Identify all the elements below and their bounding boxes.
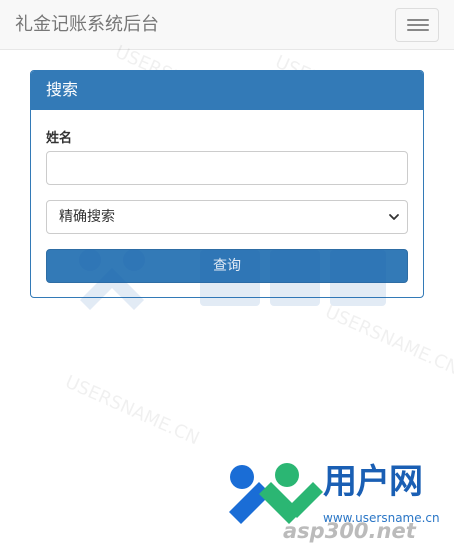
- menu-toggle-button[interactable]: [395, 8, 439, 42]
- panel-title: 搜索: [31, 71, 423, 110]
- name-input[interactable]: [46, 151, 408, 185]
- top-navbar: 礼金记账系统后台: [0, 0, 454, 50]
- logo-brand-text: 用户网: [323, 462, 423, 502]
- search-mode-value: 精确搜索: [59, 209, 115, 225]
- hamburger-icon: [407, 19, 429, 21]
- watermark-text: USERSNAME.CN: [61, 371, 203, 450]
- name-label: 姓名: [46, 131, 73, 146]
- usersname-logo: 用户网 www.usersname.cn asp300.net: [225, 460, 454, 550]
- logo-asp: asp300.net: [283, 519, 416, 543]
- hamburger-icon-bar: [407, 29, 429, 31]
- search-mode-select[interactable]: 精确搜索: [46, 200, 408, 234]
- app-brand[interactable]: 礼金记账系统后台: [15, 13, 159, 37]
- hamburger-icon-bar: [407, 24, 429, 26]
- watermark-logo-faint: [79, 249, 386, 310]
- chevron-down-icon: [389, 214, 399, 220]
